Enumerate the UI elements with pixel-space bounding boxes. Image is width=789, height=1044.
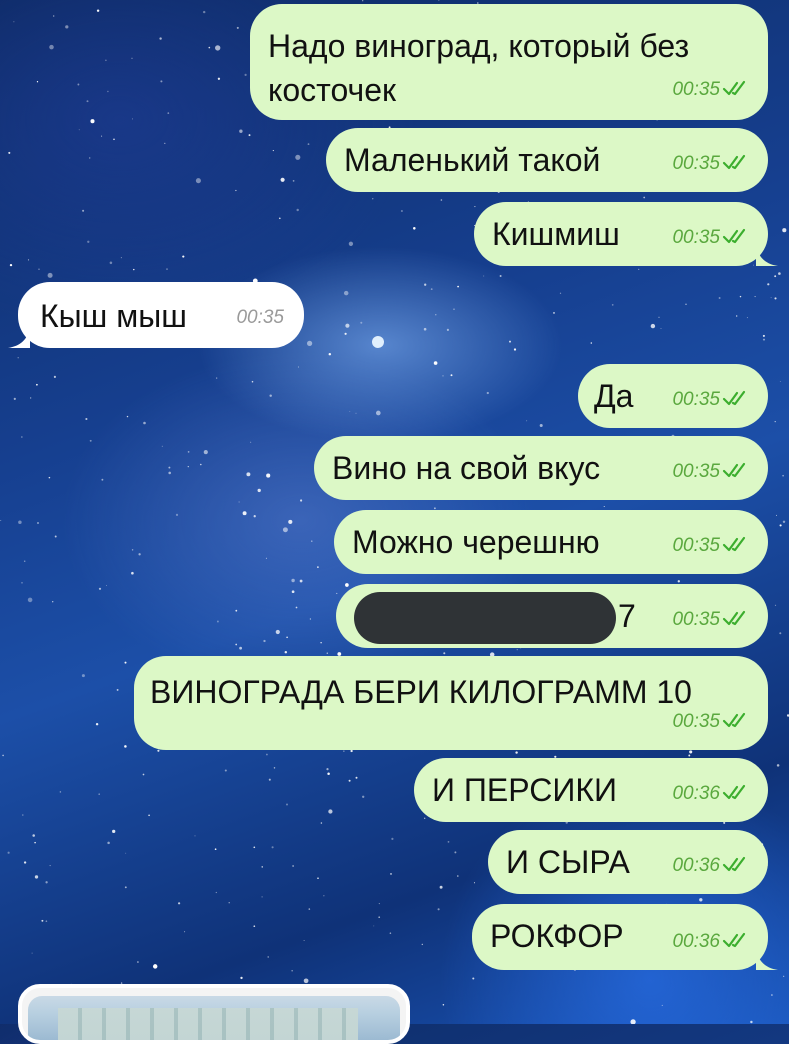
message-text: Вино на свой вкус bbox=[332, 450, 601, 486]
message-time: 00:35 bbox=[672, 535, 720, 556]
message-text: И СЫРА bbox=[506, 844, 630, 880]
double-check-icon bbox=[722, 932, 746, 948]
double-check-icon bbox=[722, 784, 746, 800]
message-bubble-outgoing[interactable]: Да 00:35 bbox=[578, 364, 768, 428]
message-text: Кишмиш bbox=[492, 216, 620, 252]
message-bubble-outgoing[interactable]: И СЫРА 00:36 bbox=[488, 830, 768, 894]
photo-message-incoming[interactable] bbox=[18, 984, 410, 1044]
message-time: 00:36 bbox=[672, 931, 720, 952]
message-time: 00:35 bbox=[672, 609, 720, 630]
message-text: косточек bbox=[268, 72, 397, 108]
message-bubble-outgoing[interactable]: Маленький такой 00:35 bbox=[326, 128, 768, 192]
message-bubble-outgoing[interactable]: 7 00:35 bbox=[336, 584, 768, 648]
message-bubble-outgoing[interactable]: Кишмиш 00:35 bbox=[474, 202, 778, 266]
message-text: ВИНОГРАДА БЕРИ КИЛОГРАММ 10 bbox=[150, 674, 692, 710]
message-bubble-outgoing[interactable]: РОКФОР 00:36 bbox=[472, 904, 778, 970]
message-text: 7 bbox=[618, 598, 636, 634]
double-check-icon bbox=[722, 610, 746, 626]
double-check-icon bbox=[722, 228, 746, 244]
message-text: Маленький такой bbox=[344, 142, 601, 178]
message-text: Да bbox=[594, 378, 634, 414]
message-time: 00:35 bbox=[672, 227, 720, 248]
message-time: 00:35 bbox=[672, 153, 720, 174]
bubble-tail bbox=[756, 948, 778, 970]
double-check-icon bbox=[722, 80, 746, 96]
message-text: РОКФОР bbox=[490, 918, 624, 954]
message-bubble-outgoing[interactable]: ВИНОГРАДА БЕРИ КИЛОГРАММ 10 00:35 bbox=[134, 656, 768, 750]
message-text: Надо виноград, который без bbox=[268, 28, 690, 64]
message-bubble-outgoing[interactable]: Надо виноград, который без косточек 00:3… bbox=[250, 4, 768, 120]
photo-thumbnail bbox=[28, 996, 400, 1040]
message-bubble-incoming[interactable]: Кыш мыш 00:35 bbox=[8, 282, 304, 348]
double-check-icon bbox=[722, 390, 746, 406]
message-time: 00:35 bbox=[672, 461, 720, 482]
double-check-icon bbox=[722, 712, 746, 728]
message-text: Можно черешню bbox=[352, 524, 600, 560]
message-time: 00:35 bbox=[672, 711, 720, 732]
message-time: 00:35 bbox=[672, 389, 720, 410]
message-time: 00:36 bbox=[672, 783, 720, 804]
message-time: 00:36 bbox=[672, 855, 720, 876]
message-bubble-outgoing[interactable]: И ПЕРСИКИ 00:36 bbox=[414, 758, 768, 822]
message-time: 00:35 bbox=[672, 79, 720, 100]
message-bubble-outgoing[interactable]: Можно черешню 00:35 bbox=[334, 510, 768, 574]
double-check-icon bbox=[722, 154, 746, 170]
message-text: Кыш мыш bbox=[40, 298, 187, 334]
double-check-icon bbox=[722, 536, 746, 552]
message-text: И ПЕРСИКИ bbox=[432, 772, 617, 808]
double-check-icon bbox=[722, 462, 746, 478]
bubble-tail bbox=[8, 326, 30, 348]
message-time: 00:35 bbox=[236, 307, 284, 328]
double-check-icon bbox=[722, 856, 746, 872]
bubble-tail bbox=[756, 244, 778, 266]
message-bubble-outgoing[interactable]: Вино на свой вкус 00:35 bbox=[314, 436, 768, 500]
redaction-block bbox=[354, 592, 616, 644]
